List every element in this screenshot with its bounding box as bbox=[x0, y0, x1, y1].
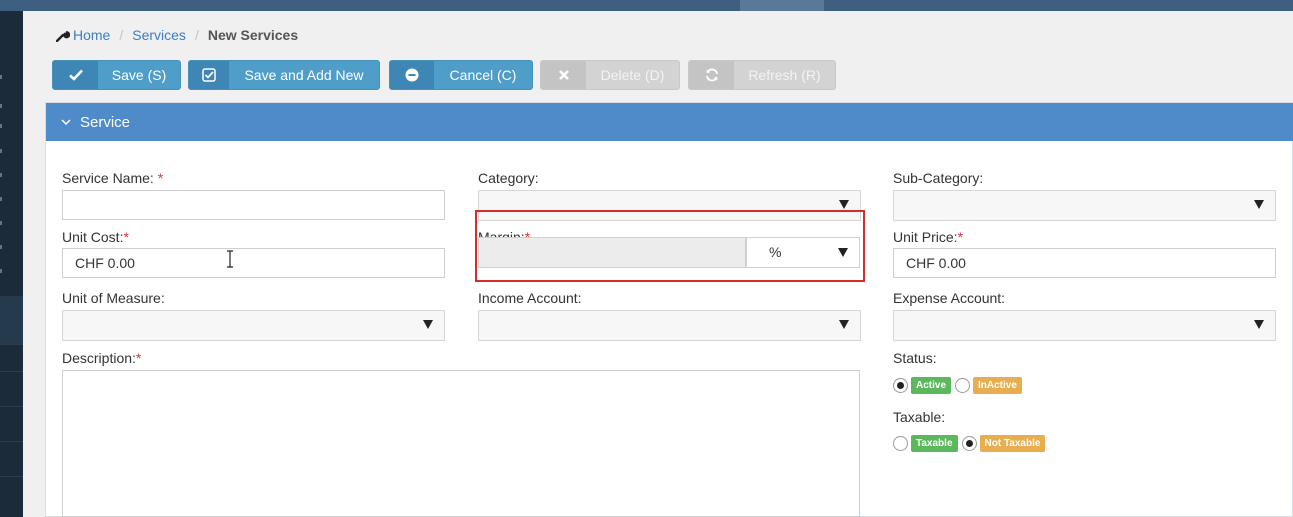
text-cursor-icon bbox=[227, 250, 233, 268]
panel-title: Service bbox=[80, 113, 131, 131]
sidebar-divider bbox=[0, 371, 23, 372]
unit-of-measure-label: Unit of Measure: bbox=[62, 290, 165, 306]
taxable-radio-group: Taxable Not Taxable bbox=[893, 435, 1049, 452]
sidebar-item[interactable] bbox=[0, 75, 2, 79]
breadcrumb-separator: / bbox=[194, 27, 199, 43]
unit-price-label: Unit Price:* bbox=[893, 229, 964, 245]
taxable-radio[interactable] bbox=[893, 436, 908, 451]
breadcrumb-home-link[interactable]: Home bbox=[73, 27, 110, 43]
save-button[interactable]: Save (S) bbox=[52, 60, 181, 90]
cancel-button-label: Cancel (C) bbox=[449, 67, 517, 83]
delete-button-label: Delete (D) bbox=[600, 67, 665, 83]
status-label: Status: bbox=[893, 350, 937, 366]
sidebar-item[interactable] bbox=[0, 104, 2, 108]
sidebar-item[interactable] bbox=[0, 221, 2, 225]
sidebar bbox=[0, 11, 23, 517]
expense-account-label: Expense Account: bbox=[893, 290, 1006, 306]
save-button-label: Save (S) bbox=[111, 67, 167, 83]
service-name-input[interactable] bbox=[62, 190, 445, 220]
sidebar-divider bbox=[0, 441, 23, 442]
sub-category-select[interactable] bbox=[893, 190, 1276, 221]
caret-down-icon bbox=[839, 320, 849, 329]
service-panel-header[interactable]: Service bbox=[46, 103, 1293, 141]
chevron-down-icon bbox=[61, 115, 71, 129]
description-textarea[interactable] bbox=[62, 370, 860, 517]
caret-down-icon bbox=[1254, 200, 1264, 209]
check-square-icon bbox=[189, 61, 229, 89]
refresh-button[interactable]: Refresh (R) bbox=[688, 60, 836, 90]
status-active-badge[interactable]: Active bbox=[911, 377, 952, 394]
status-active-radio[interactable] bbox=[893, 378, 908, 393]
not-taxable-badge[interactable]: Not Taxable bbox=[979, 435, 1046, 452]
top-navbar-active-item[interactable] bbox=[740, 0, 824, 11]
sidebar-divider bbox=[0, 406, 23, 407]
status-inactive-badge[interactable]: InActive bbox=[973, 377, 1022, 394]
taxable-label: Taxable: bbox=[893, 409, 946, 425]
unit-price-input[interactable]: CHF 0.00 bbox=[893, 248, 1276, 278]
sidebar-item[interactable] bbox=[0, 124, 2, 128]
delete-button[interactable]: Delete (D) bbox=[540, 60, 680, 90]
breadcrumb-services-link[interactable]: Services bbox=[132, 27, 186, 43]
refresh-button-label: Refresh (R) bbox=[748, 67, 821, 83]
main-content: Home / Services / New Services Save (S) … bbox=[23, 11, 1293, 517]
check-icon bbox=[53, 61, 98, 89]
breadcrumb-current: New Services bbox=[207, 27, 299, 43]
description-label: Description:* bbox=[62, 350, 142, 366]
sidebar-item[interactable] bbox=[0, 245, 2, 249]
sidebar-item-active[interactable] bbox=[0, 296, 23, 344]
sidebar-item[interactable] bbox=[0, 197, 2, 201]
unit-cost-input[interactable]: CHF 0.00 bbox=[62, 248, 445, 278]
unit-cost-label: Unit Cost:* bbox=[62, 229, 129, 245]
refresh-icon bbox=[689, 61, 734, 89]
wrench-icon bbox=[56, 30, 70, 42]
breadcrumb: Home / Services / New Services bbox=[56, 27, 298, 43]
sidebar-item[interactable] bbox=[0, 269, 2, 273]
sidebar-item[interactable] bbox=[0, 149, 2, 153]
status-inactive-radio[interactable] bbox=[955, 378, 971, 393]
expense-account-select[interactable] bbox=[893, 310, 1276, 341]
save-and-add-new-button[interactable]: Save and Add New bbox=[188, 60, 380, 90]
income-account-label: Income Account: bbox=[478, 290, 582, 306]
close-icon bbox=[541, 61, 586, 89]
not-taxable-radio[interactable] bbox=[961, 436, 977, 451]
top-navbar bbox=[0, 0, 1293, 11]
service-name-label: Service Name: * bbox=[62, 170, 164, 186]
sub-category-label: Sub-Category: bbox=[893, 170, 984, 186]
margin-highlight-box bbox=[475, 210, 865, 282]
taxable-badge[interactable]: Taxable bbox=[911, 435, 958, 452]
income-account-select[interactable] bbox=[478, 310, 861, 341]
caret-down-icon bbox=[839, 200, 849, 209]
sidebar-divider bbox=[0, 344, 23, 345]
category-label: Category: bbox=[478, 170, 539, 186]
service-panel: Service Service Name: * Category: Sub-Ca… bbox=[45, 102, 1293, 517]
status-radio-group: Active InActive bbox=[893, 377, 1026, 394]
minus-circle-icon bbox=[390, 61, 434, 89]
save-and-add-new-label: Save and Add New bbox=[244, 67, 364, 83]
caret-down-icon bbox=[423, 320, 433, 329]
unit-of-measure-select[interactable] bbox=[62, 310, 445, 341]
sidebar-divider bbox=[0, 476, 23, 477]
caret-down-icon bbox=[1254, 320, 1264, 329]
cancel-button[interactable]: Cancel (C) bbox=[389, 60, 533, 90]
sidebar-item[interactable] bbox=[0, 173, 2, 177]
breadcrumb-separator: / bbox=[119, 27, 124, 43]
